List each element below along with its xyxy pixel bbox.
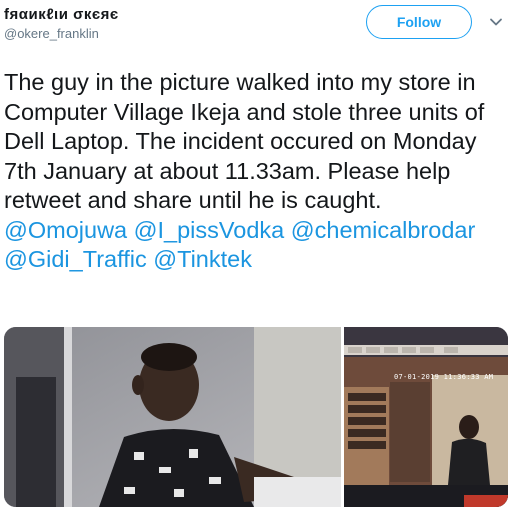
follow-button[interactable]: Follow <box>366 5 472 39</box>
tweet-body: The guy in the picture walked into my st… <box>4 69 485 213</box>
mention-link[interactable]: @I_pissVodka <box>134 217 285 243</box>
tweet-media: 07-01-2019 11:36:33 AM <box>4 327 508 507</box>
mention-link[interactable]: @chemicalbrodar <box>291 217 476 243</box>
author-handle[interactable]: @okere_franklin <box>4 26 99 41</box>
chevron-down-icon[interactable] <box>488 14 504 30</box>
mention-link[interactable]: @Omojuwa <box>4 217 127 243</box>
suspect-photo[interactable] <box>4 327 341 507</box>
mention-link[interactable]: @Tinktek <box>153 246 252 272</box>
cctv-timestamp: 07-01-2019 11:36:33 AM <box>394 373 494 381</box>
tweet-text: The guy in the picture walked into my st… <box>4 68 506 275</box>
author-display-name[interactable]: fяαикℓιи σкєяє <box>4 6 119 23</box>
mention-link[interactable]: @Gidi_Traffic <box>4 246 147 272</box>
cctv-monitor-photo[interactable]: 07-01-2019 11:36:33 AM <box>344 327 508 507</box>
